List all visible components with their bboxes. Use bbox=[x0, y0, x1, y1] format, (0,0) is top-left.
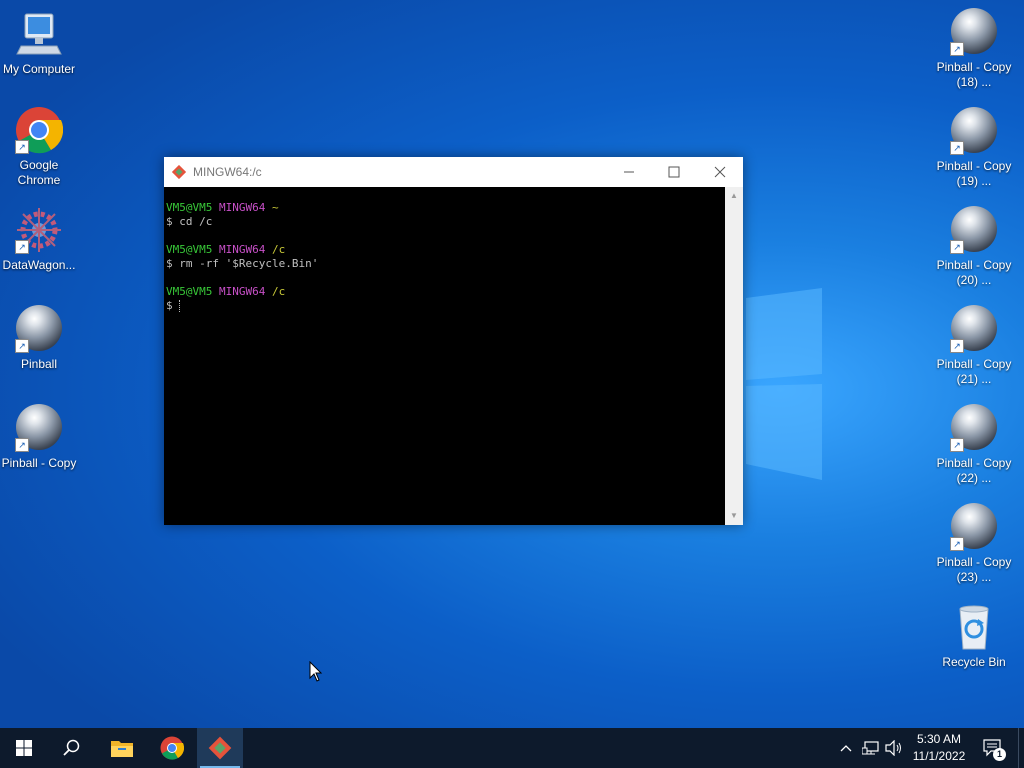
prompt-user: VM5@VM5 bbox=[166, 285, 213, 298]
system-clock[interactable]: 5:30 AM 11/1/2022 bbox=[905, 731, 973, 765]
prompt-host: MINGW64 bbox=[218, 201, 266, 214]
shortcut-arrow-icon: ↗ bbox=[950, 339, 964, 353]
mouse-pointer-icon bbox=[309, 661, 323, 682]
chevron-up-icon bbox=[840, 745, 852, 752]
start-button[interactable] bbox=[1, 728, 47, 768]
prompt-path: /c bbox=[271, 243, 286, 256]
prompt-user: VM5@VM5 bbox=[166, 243, 213, 256]
network-button[interactable] bbox=[860, 728, 882, 768]
desktop-icon-label: Recycle Bin bbox=[942, 655, 1006, 669]
desktop-icon-label: Pinball - Copy bbox=[1, 456, 77, 470]
network-icon bbox=[862, 741, 879, 755]
desktop-icon-datawagon[interactable]: ↗ DataWagon... bbox=[0, 206, 78, 273]
git-bash-icon bbox=[172, 165, 186, 179]
shortcut-arrow-icon: ↗ bbox=[15, 140, 29, 154]
taskbar: 5:30 AM 11/1/2022 1 bbox=[0, 728, 1024, 768]
terminal-prompt-line: VM5@VM5 MINGW64 ~ bbox=[166, 201, 725, 215]
recycle-bin-icon bbox=[959, 605, 989, 650]
taskbar-google-chrome[interactable] bbox=[149, 728, 195, 768]
prompt-path: ~ bbox=[271, 201, 279, 214]
shortcut-arrow-icon: ↗ bbox=[950, 537, 964, 551]
prompt-path: /c bbox=[271, 285, 286, 298]
desktop-icon-label: Google Chrome bbox=[17, 158, 61, 187]
desktop-icon-pinball-copy[interactable]: ↗ Pinball - Copy bbox=[0, 403, 78, 471]
terminal-prompt-line: VM5@VM5 MINGW64 /c bbox=[166, 243, 725, 257]
computer-icon bbox=[16, 13, 62, 55]
terminal-command-line: $ cd /c bbox=[166, 215, 213, 228]
start-icon bbox=[16, 740, 32, 756]
shortcut-arrow-icon: ↗ bbox=[15, 339, 29, 353]
notification-center-button[interactable]: 1 bbox=[980, 728, 1006, 768]
desktop-icon-label: Pinball bbox=[20, 357, 58, 371]
taskbar-file-explorer[interactable] bbox=[99, 728, 145, 768]
desktop-icon-label: Pinball - Copy (22) ... bbox=[936, 456, 1012, 485]
desktop-icon-pinball-copy-20[interactable]: ↗ Pinball - Copy (20) ... bbox=[935, 205, 1013, 288]
git-bash-icon bbox=[208, 736, 232, 760]
desktop-icon-label: My Computer bbox=[2, 62, 76, 76]
maximize-button[interactable] bbox=[651, 157, 697, 187]
shortcut-arrow-icon: ↗ bbox=[950, 141, 964, 155]
desktop-icon-my-computer[interactable]: My Computer bbox=[0, 10, 78, 77]
desktop-icon-recycle-bin[interactable]: Recycle Bin bbox=[935, 603, 1013, 670]
desktop-icon-label: Pinball - Copy (18) ... bbox=[936, 60, 1012, 89]
desktop-icon-label: Pinball - Copy (19) ... bbox=[936, 159, 1012, 188]
speaker-icon bbox=[885, 740, 901, 756]
git-bash-window[interactable]: MINGW64:/c VM5@VM5 MINGW64 ~ $ cd /c VM5… bbox=[164, 157, 743, 525]
shortcut-arrow-icon: ↗ bbox=[950, 438, 964, 452]
scroll-up-icon[interactable]: ▲ bbox=[725, 189, 743, 203]
windows-logo-wallpaper bbox=[746, 288, 822, 480]
minimize-button[interactable] bbox=[606, 157, 652, 187]
vertical-scrollbar[interactable]: ▲ ▼ bbox=[725, 187, 743, 525]
desktop-icon-pinball-copy-21[interactable]: ↗ Pinball - Copy (21) ... bbox=[935, 304, 1013, 387]
close-icon bbox=[714, 166, 726, 178]
shortcut-arrow-icon: ↗ bbox=[15, 438, 29, 452]
terminal-prompt-line: VM5@VM5 MINGW64 /c bbox=[166, 285, 725, 299]
desktop-icon-pinball-copy-22[interactable]: ↗ Pinball - Copy (22) ... bbox=[935, 403, 1013, 486]
show-hidden-icons-button[interactable] bbox=[836, 728, 856, 768]
volume-button[interactable] bbox=[883, 728, 905, 768]
show-desktop-button[interactable] bbox=[1018, 728, 1024, 768]
shortcut-arrow-icon: ↗ bbox=[950, 240, 964, 254]
maximize-icon bbox=[668, 166, 680, 178]
shortcut-arrow-icon: ↗ bbox=[950, 42, 964, 56]
taskbar-git-bash[interactable] bbox=[197, 728, 243, 768]
terminal-output[interactable]: VM5@VM5 MINGW64 ~ $ cd /c VM5@VM5 MINGW6… bbox=[164, 187, 725, 525]
desktop-icon-pinball-copy-19[interactable]: ↗ Pinball - Copy (19) ... bbox=[935, 106, 1013, 189]
prompt-host: MINGW64 bbox=[218, 285, 266, 298]
desktop-icon-pinball[interactable]: ↗ Pinball bbox=[0, 304, 78, 372]
prompt-symbol: $ bbox=[166, 299, 180, 312]
prompt-user: VM5@VM5 bbox=[166, 201, 213, 214]
desktop-icon-label: Pinball - Copy (20) ... bbox=[936, 258, 1012, 287]
scroll-down-icon[interactable]: ▼ bbox=[725, 509, 743, 523]
desktop-icon-label: Pinball - Copy (21) ... bbox=[936, 357, 1012, 386]
desktop-icon-pinball-copy-18[interactable]: ↗ Pinball - Copy (18) ... bbox=[935, 7, 1013, 90]
window-titlebar[interactable]: MINGW64:/c bbox=[164, 157, 743, 187]
shortcut-arrow-icon: ↗ bbox=[15, 240, 29, 254]
close-button[interactable] bbox=[697, 157, 743, 187]
clock-date: 11/1/2022 bbox=[912, 749, 966, 763]
notification-count-badge: 1 bbox=[993, 748, 1006, 761]
search-button[interactable] bbox=[49, 728, 95, 768]
window-title: MINGW64:/c bbox=[193, 165, 262, 179]
desktop-icon-label: Pinball - Copy (23) ... bbox=[936, 555, 1012, 584]
desktop-icon-pinball-copy-23[interactable]: ↗ Pinball - Copy (23) ... bbox=[935, 502, 1013, 585]
text-cursor bbox=[179, 300, 181, 312]
search-icon bbox=[63, 739, 80, 756]
clock-time: 5:30 AM bbox=[916, 732, 962, 746]
desktop-icon-google-chrome[interactable]: ↗ Google Chrome bbox=[0, 106, 78, 188]
file-explorer-icon bbox=[111, 741, 133, 757]
prompt-host: MINGW64 bbox=[218, 243, 266, 256]
terminal-command-line: $ rm -rf '$Recycle.Bin' bbox=[166, 257, 319, 270]
desktop-icon-label: DataWagon... bbox=[2, 258, 76, 272]
terminal-input-line[interactable]: $ bbox=[166, 299, 725, 313]
chrome-icon bbox=[160, 736, 184, 760]
minimize-icon bbox=[624, 171, 634, 173]
